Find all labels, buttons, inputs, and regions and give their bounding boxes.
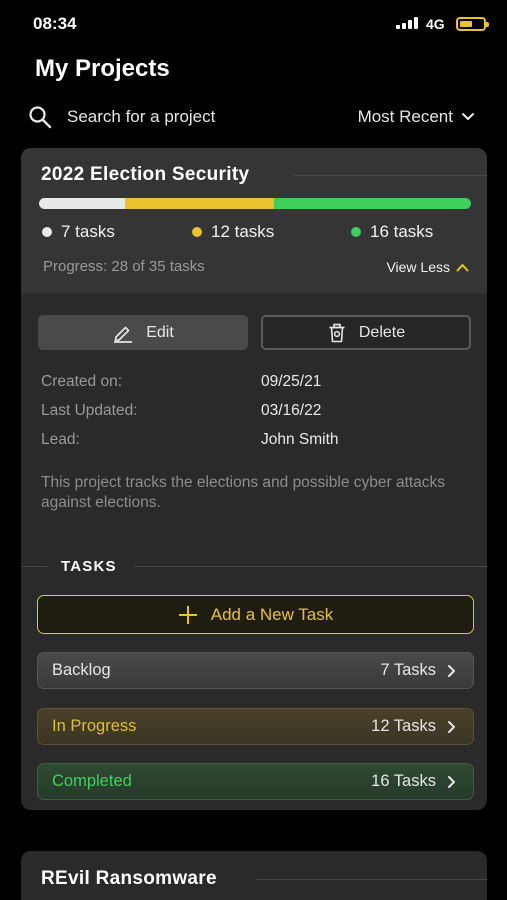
view-less-label: View Less <box>386 259 450 275</box>
task-group-name: Backlog <box>52 661 111 679</box>
section-divider-right <box>134 566 487 567</box>
chevron-up-icon <box>456 263 469 271</box>
lead-label: Lead: <box>41 431 80 448</box>
progress-bar <box>39 198 471 209</box>
dot-icon <box>351 227 361 237</box>
project-description: This project tracks the elections and po… <box>41 474 446 511</box>
delete-label: Delete <box>358 323 406 341</box>
task-group-count: 16 Tasks <box>371 772 436 790</box>
status-time: 08:34 <box>33 14 77 33</box>
add-task-button[interactable]: Add a New Task <box>37 595 474 634</box>
plus-icon <box>178 605 197 624</box>
search-icon <box>29 106 52 129</box>
task-group-backlog[interactable]: Backlog 7 Tasks <box>37 652 474 689</box>
tasks-heading: TASKS <box>61 558 117 575</box>
edit-label: Edit <box>146 323 174 341</box>
dot-icon <box>42 227 52 237</box>
progress-segment-in-progress <box>125 198 274 209</box>
task-group-completed[interactable]: Completed 16 Tasks <box>37 763 474 800</box>
progress-summary: Progress: 28 of 35 tasks <box>43 258 205 275</box>
chevron-right-icon <box>448 775 455 788</box>
task-group-name: In Progress <box>52 717 137 735</box>
sort-dropdown[interactable]: Most Recent <box>358 104 475 130</box>
battery-icon <box>456 17 489 31</box>
pencil-icon <box>114 326 133 343</box>
project-card[interactable]: REvil Ransomware <box>21 851 487 900</box>
search-bar[interactable]: Search for a project <box>28 104 268 130</box>
project-title: 2022 Election Security <box>41 164 250 185</box>
section-divider-left <box>21 566 47 567</box>
created-label: Created on: <box>41 373 122 390</box>
task-group-count: 12 Tasks <box>371 717 436 735</box>
progress-segment-completed <box>273 198 471 209</box>
edit-button[interactable]: Edit <box>38 315 248 350</box>
created-value: 09/25/21 <box>261 373 322 390</box>
updated-value: 03/16/22 <box>261 402 322 419</box>
lead-value: John Smith <box>261 431 339 448</box>
count-label: 12 tasks <box>211 222 275 241</box>
view-less-toggle[interactable]: View Less <box>386 259 469 275</box>
updated-label: Last Updated: <box>41 402 138 419</box>
dot-icon <box>192 227 202 237</box>
count-backlog: 7 tasks <box>42 222 115 242</box>
count-label: 16 tasks <box>370 222 434 241</box>
title-divider <box>293 175 487 176</box>
task-group-name: Completed <box>52 772 132 790</box>
project-summary: 2022 Election Security 7 tasks 12 tasks … <box>21 148 487 293</box>
task-group-count: 7 Tasks <box>380 661 436 679</box>
delete-button[interactable]: Delete <box>261 315 471 350</box>
add-task-label: Add a New Task <box>210 604 334 624</box>
chevron-right-icon <box>448 664 455 677</box>
network-label: 4G <box>426 16 445 32</box>
sort-label: Most Recent <box>357 107 453 126</box>
task-group-in-progress[interactable]: In Progress 12 Tasks <box>37 708 474 745</box>
project-title: REvil Ransomware <box>41 868 217 889</box>
count-label: 7 tasks <box>61 222 115 241</box>
title-divider <box>257 879 487 880</box>
status-bar: 08:34 4G <box>0 0 507 46</box>
count-in-progress: 12 tasks <box>192 222 274 242</box>
page-title: My Projects <box>35 55 170 82</box>
count-completed: 16 tasks <box>351 222 433 242</box>
chevron-down-icon <box>462 113 474 120</box>
trash-icon <box>329 323 345 342</box>
chevron-right-icon <box>448 720 455 733</box>
search-placeholder[interactable]: Search for a project <box>67 107 215 127</box>
project-card: 2022 Election Security 7 tasks 12 tasks … <box>21 148 487 810</box>
progress-segment-backlog <box>39 198 126 209</box>
signal-icon <box>396 17 418 29</box>
